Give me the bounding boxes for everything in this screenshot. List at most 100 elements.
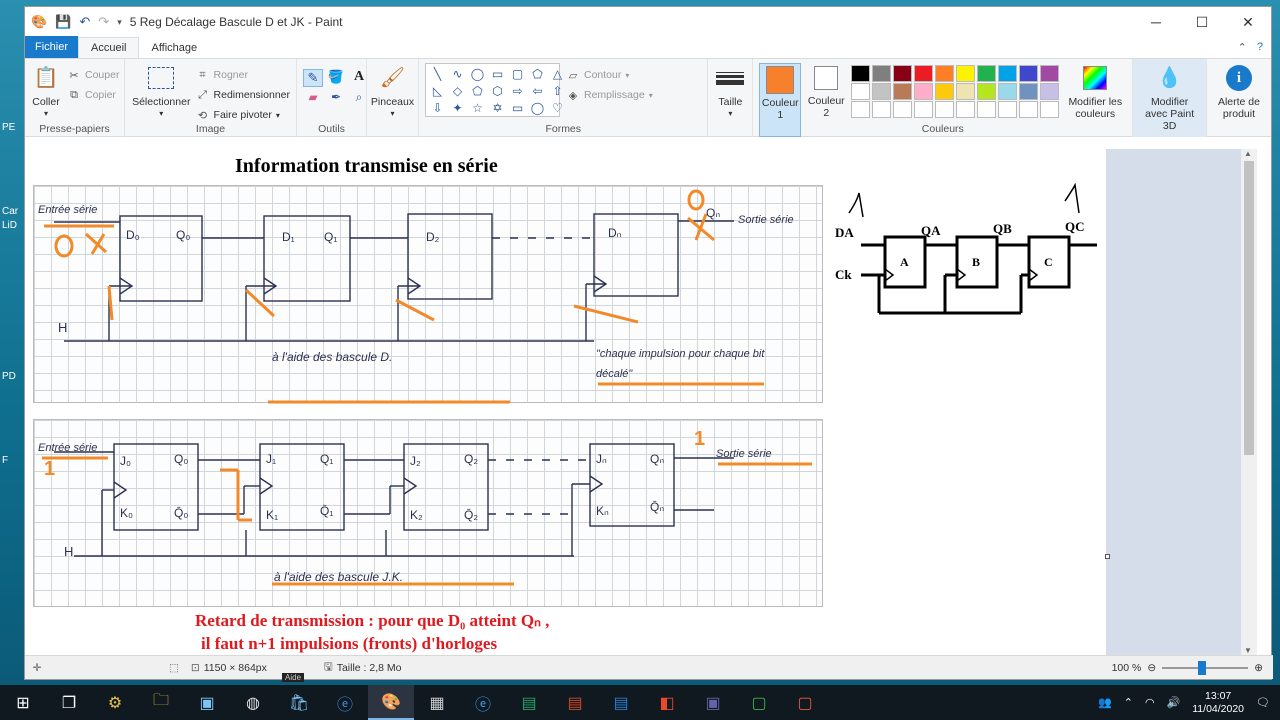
- heart-shape-icon[interactable]: ♡: [548, 100, 567, 116]
- wifi-icon[interactable]: ◠: [1145, 696, 1155, 709]
- internet-explorer-icon[interactable]: ⓔ: [460, 685, 506, 720]
- product-alert-button[interactable]: i Alerte de produit: [1213, 63, 1265, 120]
- powerpoint-icon[interactable]: ▤: [552, 685, 598, 720]
- four-star-shape-icon[interactable]: ✦: [448, 100, 467, 116]
- palette-swatch[interactable]: [1019, 101, 1039, 118]
- app-gear-icon[interactable]: ⚙: [92, 685, 138, 720]
- teams-icon[interactable]: ▣: [690, 685, 736, 720]
- zoom-slider[interactable]: [1162, 660, 1249, 675]
- desktop-label[interactable]: LiD: [2, 220, 17, 231]
- redo-icon[interactable]: ↷: [98, 14, 109, 30]
- up-arrow-shape-icon[interactable]: ⇧: [548, 83, 567, 99]
- palette-swatch[interactable]: [956, 65, 976, 82]
- palette-swatch[interactable]: [872, 101, 892, 118]
- palette-swatch[interactable]: [935, 65, 955, 82]
- palette-swatch[interactable]: [935, 83, 955, 100]
- palette-swatch[interactable]: [872, 83, 892, 100]
- left-arrow-shape-icon[interactable]: ⇦: [528, 83, 547, 99]
- right-arrow-shape-icon[interactable]: ⇨: [508, 83, 527, 99]
- minimize-button[interactable]: ─: [1133, 7, 1179, 37]
- drawing-canvas[interactable]: Information transmise en série Entrée sé…: [25, 149, 1110, 655]
- down-arrow-shape-icon[interactable]: ⇩: [428, 100, 447, 116]
- resize-button[interactable]: ⤢ Redimensionner: [196, 85, 290, 105]
- palette-swatch[interactable]: [998, 101, 1018, 118]
- palette-swatch[interactable]: [977, 65, 997, 82]
- rounded-rect-shape-icon[interactable]: ▢: [508, 66, 527, 82]
- camtasia-green-icon[interactable]: ▢: [736, 685, 782, 720]
- crop-button[interactable]: ⌗ Rogner: [196, 65, 290, 85]
- scroll-down-icon[interactable]: ▼: [1244, 646, 1252, 655]
- paint-taskbar-icon[interactable]: 🎨: [368, 685, 414, 720]
- paint-app-icon[interactable]: 🎨: [31, 14, 47, 30]
- app-window-icon[interactable]: ▣: [184, 685, 230, 720]
- people-icon[interactable]: 👥: [1098, 696, 1112, 709]
- palette-swatch[interactable]: [1040, 83, 1060, 100]
- pencil-icon[interactable]: ✎: [303, 69, 323, 87]
- collapse-ribbon-icon[interactable]: ⌃: [1238, 41, 1247, 54]
- rotate-button[interactable]: ⟲ Faire pivoter ▾: [196, 105, 290, 125]
- maximize-button[interactable]: ☐: [1179, 7, 1225, 37]
- triangle-shape-icon[interactable]: △: [548, 66, 567, 82]
- file-explorer-icon[interactable]: 🗀: [138, 685, 184, 720]
- fill-icon[interactable]: 🪣: [326, 69, 346, 87]
- palette-swatch[interactable]: [998, 83, 1018, 100]
- calculator-icon[interactable]: ▦: [414, 685, 460, 720]
- eraser-icon[interactable]: ▰: [303, 90, 323, 105]
- callout-oval-shape-icon[interactable]: ◯: [528, 100, 547, 116]
- camtasia-red-icon[interactable]: ▢: [782, 685, 828, 720]
- palette-swatch[interactable]: [977, 101, 997, 118]
- edge-icon[interactable]: ⓔ: [322, 685, 368, 720]
- palette-swatch[interactable]: [851, 65, 871, 82]
- save-icon[interactable]: 💾: [55, 14, 71, 30]
- palette-swatch[interactable]: [1019, 65, 1039, 82]
- desktop-label[interactable]: PE: [2, 122, 15, 133]
- magnifier-icon[interactable]: ⌕: [349, 90, 369, 105]
- diamond-shape-icon[interactable]: ◇: [448, 83, 467, 99]
- paint3d-button[interactable]: 💧 Modifier avec Paint 3D: [1139, 63, 1200, 132]
- windows-start-icon[interactable]: ⊞: [0, 685, 46, 720]
- palette-swatch[interactable]: [914, 83, 934, 100]
- callout-rect-shape-icon[interactable]: ▭: [508, 100, 527, 116]
- word-icon[interactable]: ▤: [598, 685, 644, 720]
- palette-swatch[interactable]: [1019, 83, 1039, 100]
- palette-swatch[interactable]: [851, 101, 871, 118]
- line-shape-icon[interactable]: ╲: [428, 66, 447, 82]
- copy-button[interactable]: ⧉ Copier: [67, 85, 119, 105]
- zoom-out-icon[interactable]: ⊖: [1147, 662, 1156, 674]
- shapes-gallery[interactable]: ╲ ∿ ◯ ▭ ▢ ⬠ △ ◺ ◇ ⬠ ⬡ ⇨ ⇦ ⇧ ⇩ ✦ ☆ ✡ ▭ ◯: [425, 63, 563, 117]
- close-button[interactable]: ✕: [1225, 7, 1271, 37]
- rectangle-shape-icon[interactable]: ▭: [488, 66, 507, 82]
- tab-file[interactable]: Fichier: [25, 36, 79, 58]
- resize-handle-right[interactable]: [1105, 554, 1110, 559]
- desktop-label[interactable]: Car: [2, 206, 18, 217]
- tab-home[interactable]: Accueil: [78, 37, 140, 58]
- right-triangle-shape-icon[interactable]: ◺: [428, 83, 447, 99]
- scroll-thumb[interactable]: [1244, 161, 1254, 455]
- desktop-label[interactable]: F: [2, 455, 8, 466]
- palette-swatch[interactable]: [956, 101, 976, 118]
- palette-swatch[interactable]: [977, 83, 997, 100]
- cut-button[interactable]: ✂ Couper: [67, 65, 119, 85]
- palette-swatch[interactable]: [956, 83, 976, 100]
- palette-swatch[interactable]: [935, 101, 955, 118]
- tray-chevron-icon[interactable]: ⌃: [1124, 696, 1133, 709]
- palette-swatch[interactable]: [872, 65, 892, 82]
- zoom-slider-thumb[interactable]: [1198, 660, 1207, 675]
- office-icon[interactable]: ◧: [644, 685, 690, 720]
- palette-swatch[interactable]: [893, 83, 913, 100]
- brushes-button[interactable]: 🖌 Pinceaux ▾: [371, 63, 414, 120]
- palette-swatch[interactable]: [893, 101, 913, 118]
- excel-icon[interactable]: ▤: [506, 685, 552, 720]
- color-palette[interactable]: [851, 65, 1060, 118]
- curve-shape-icon[interactable]: ∿: [448, 66, 467, 82]
- text-icon[interactable]: A: [349, 69, 369, 87]
- store-icon[interactable]: 🛍 Aide: [276, 673, 322, 720]
- hexagon-shape-icon[interactable]: ⬡: [488, 83, 507, 99]
- palette-swatch[interactable]: [851, 83, 871, 100]
- color-picker-icon[interactable]: ✒: [326, 90, 346, 105]
- help-icon[interactable]: ?: [1257, 41, 1263, 54]
- five-star-shape-icon[interactable]: ☆: [468, 100, 487, 116]
- palette-swatch[interactable]: [893, 65, 913, 82]
- polygon-shape-icon[interactable]: ⬠: [528, 66, 547, 82]
- palette-swatch[interactable]: [914, 65, 934, 82]
